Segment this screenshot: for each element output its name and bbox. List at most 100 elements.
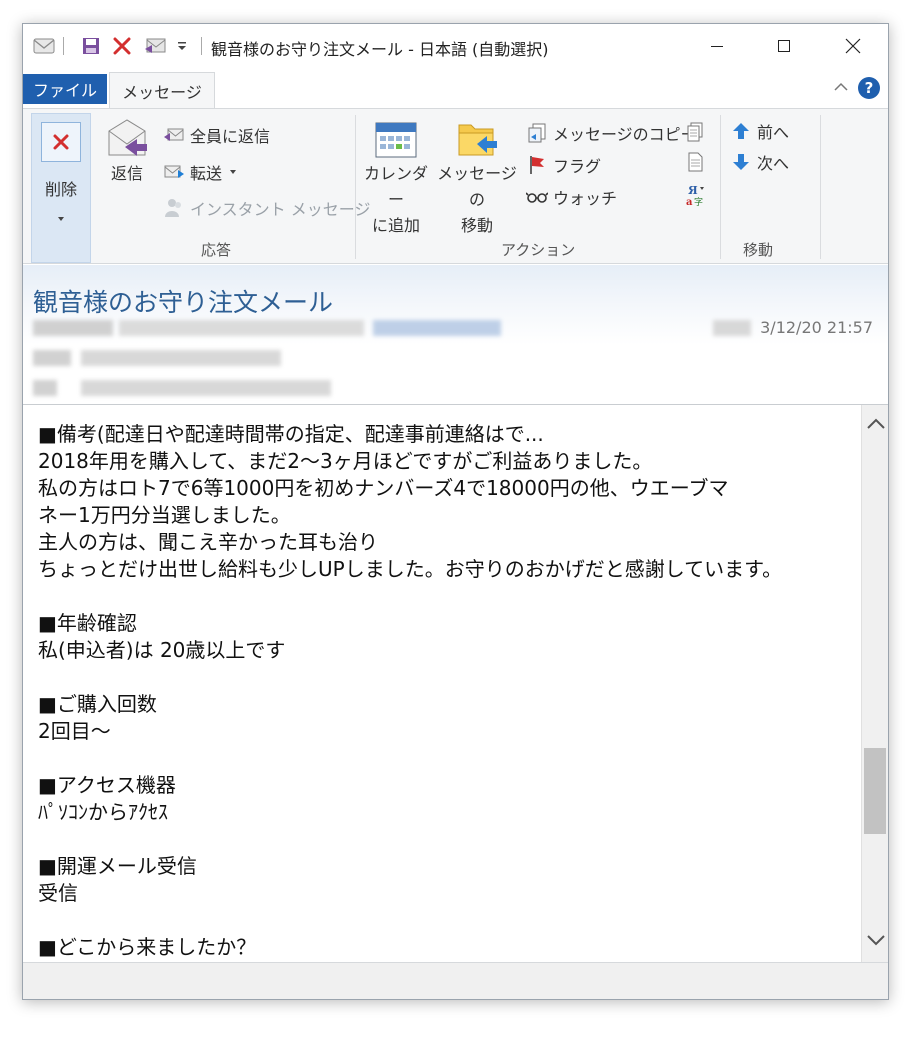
previous-button[interactable]: 前へ <box>730 119 789 143</box>
delete-icon <box>41 122 81 162</box>
message-line: ■備考(配達日や配達時間帯の指定、配達事前連絡はで... <box>38 422 544 446</box>
watch-button[interactable]: ウォッチ <box>526 185 617 209</box>
move-message-button[interactable]: メッセージの 移動 <box>433 117 521 239</box>
maximize-button[interactable] <box>761 24 807 68</box>
forward-button[interactable]: 転送 <box>163 160 238 184</box>
message-line <box>38 745 858 772</box>
instant-message-label: インスタント メッセージ <box>190 200 371 219</box>
forward-icon <box>163 161 185 183</box>
recipient-redacted <box>81 350 281 366</box>
copy-message-button[interactable]: メッセージのコピー <box>526 121 697 145</box>
reply-label: 返信 <box>110 164 143 183</box>
move-message-label-1: メッセージの <box>437 164 517 209</box>
message-line <box>38 826 858 853</box>
sender-address-redacted <box>119 320 364 336</box>
message-date: 3/12/20 21:57 <box>760 318 873 337</box>
message-line: 2018年用を購入して、まだ2～3ヶ月ほどですがご利益ありました。 <box>38 449 653 473</box>
sender-name-redacted <box>33 320 113 336</box>
maximize-icon <box>778 40 790 52</box>
ribbon: 削除 返信 全員に返信 転送 インスタント メッセージ 応答 カレンダー に追加… <box>23 108 888 264</box>
arrow-down-icon <box>730 151 752 173</box>
group-label-actions: アクション <box>501 241 576 259</box>
window-title: 観音様のお守り注文メール - 日本語 (自動選択) <box>211 40 549 59</box>
message-line <box>38 664 858 691</box>
forward-dropdown-icon <box>230 170 237 174</box>
next-label: 次へ <box>757 154 790 173</box>
svg-text:字: 字 <box>694 196 703 207</box>
tab-file[interactable]: ファイル <box>23 74 107 104</box>
message-line: 私の方はロト7で6等1000円を初めナンバーズ4で18000円の他、ウエーブマ <box>38 476 729 500</box>
scroll-down-icon[interactable] <box>862 925 889 955</box>
reply-all-button[interactable]: 全員に返信 <box>163 123 270 147</box>
group-label-respond: 応答 <box>201 241 232 259</box>
svg-text:a: a <box>686 197 693 207</box>
copy-message-icon <box>526 122 548 144</box>
arrow-up-icon <box>730 120 752 142</box>
close-icon <box>845 38 861 54</box>
reply-icon <box>108 119 147 156</box>
reply-all-label: 全員に返信 <box>190 127 271 146</box>
title-bar: 観音様のお守り注文メール - 日本語 (自動選択) <box>23 24 888 68</box>
forward-label: 転送 <box>190 164 223 183</box>
message-text: ■備考(配達日や配達時間帯の指定、配達事前連絡はで... 2018年用を購入して、… <box>38 421 858 961</box>
svg-text:Я: Я <box>688 184 698 197</box>
calendar-icon <box>375 122 417 158</box>
sender-link-redacted[interactable] <box>373 320 501 336</box>
flag-icon <box>526 154 548 176</box>
vertical-scrollbar[interactable] <box>861 405 888 963</box>
recipient-label-redacted <box>33 350 71 366</box>
message-body[interactable]: ■備考(配達日や配達時間帯の指定、配達事前連絡はで... 2018年用を購入して、… <box>23 404 888 963</box>
reply-button[interactable]: 返信 <box>101 117 153 187</box>
message-line <box>38 583 858 610</box>
message-line: ■開運メール受信 <box>38 854 197 878</box>
scrollbar-thumb[interactable] <box>864 748 886 834</box>
save-icon[interactable] <box>81 34 101 58</box>
message-line: 主人の方は、聞こえ辛かった耳も治り <box>38 530 378 554</box>
subject-label-redacted <box>33 380 57 396</box>
move-message-label-2: 移動 <box>460 216 493 235</box>
copy-message-label: メッセージのコピー <box>553 125 697 144</box>
tab-message[interactable]: メッセージ <box>109 72 215 109</box>
delete-button[interactable]: 削除 <box>31 113 91 263</box>
ribbon-tabs: ファイル メッセージ ? <box>23 68 888 109</box>
message-line: 受信 <box>38 881 78 905</box>
message-line: 私(申込者)は 20歳以上です <box>38 638 286 662</box>
message-line: ちょっとだけ出世し給料も少しUPしました。お守りのおかげだと感謝しています。 <box>38 557 783 581</box>
customize-quick-access-icon[interactable] <box>176 34 188 58</box>
mail-window: 観音様のお守り注文メール - 日本語 (自動選択) ファイル メッセージ ? 削… <box>22 23 889 1000</box>
previous-label: 前へ <box>757 123 790 142</box>
status-bar <box>23 962 888 999</box>
add-to-calendar-button[interactable]: カレンダー に追加 <box>361 117 431 239</box>
message-header: 観音様のお守り注文メール 3/12/20 21:57 <box>23 265 888 403</box>
add-to-calendar-label-2: に追加 <box>371 216 420 235</box>
collapse-ribbon-icon[interactable] <box>832 78 850 100</box>
encoding-icon[interactable]: Яa字 <box>685 183 707 211</box>
delete-label: 削除 <box>44 180 77 199</box>
message-line: ■アクセス機器 <box>38 773 176 797</box>
mail-app-icon <box>33 34 55 58</box>
delete-dropdown-icon <box>56 208 66 227</box>
group-label-navigate: 移動 <box>743 241 774 259</box>
folder-move-icon <box>458 124 497 156</box>
close-button[interactable] <box>830 24 876 68</box>
flag-label: フラグ <box>553 157 602 176</box>
document-icon[interactable] <box>685 121 705 147</box>
message-subject: 観音様のお守り注文メール <box>33 288 334 317</box>
reply-quick-icon[interactable] <box>143 34 169 58</box>
cc-redacted <box>81 380 331 396</box>
instant-message-icon <box>163 197 185 219</box>
flag-button[interactable]: フラグ <box>526 153 601 177</box>
message-line <box>38 907 858 934</box>
instant-message-button[interactable]: インスタント メッセージ <box>163 196 370 220</box>
minimize-button[interactable] <box>694 24 740 68</box>
minimize-icon <box>711 46 723 47</box>
message-line: 2回目～ <box>38 719 111 743</box>
scroll-up-icon[interactable] <box>862 409 889 439</box>
date-redacted <box>713 320 751 336</box>
message-line: ﾊﾟｿｺﾝからｱｸｾｽ <box>38 800 168 824</box>
next-button[interactable]: 次へ <box>730 150 789 174</box>
page-icon[interactable] <box>685 151 705 177</box>
delete-quick-icon[interactable] <box>111 34 133 58</box>
glasses-icon <box>526 186 548 208</box>
help-icon[interactable]: ? <box>858 77 880 99</box>
